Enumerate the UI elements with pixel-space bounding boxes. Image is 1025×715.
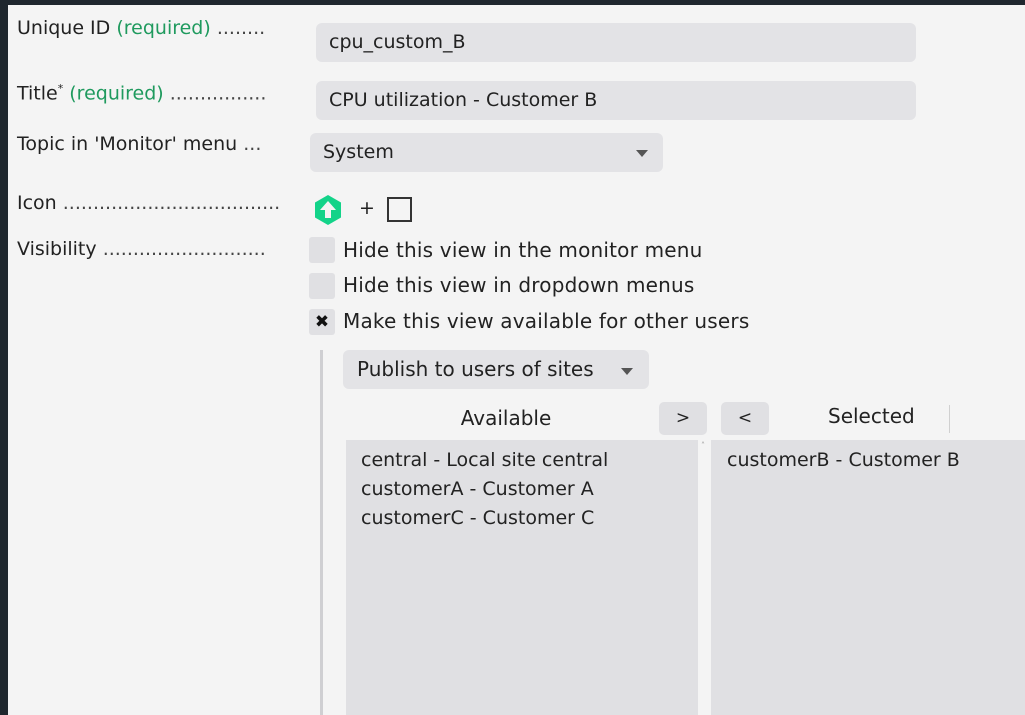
title-label: Title* (required) ................ — [17, 82, 266, 104]
make-available-label: Make this view available for other users — [343, 309, 750, 333]
hide-monitor-menu-label: Hide this view in the monitor menu — [343, 238, 703, 262]
remove-site-button[interactable]: < — [721, 402, 769, 435]
publish-section-rule — [320, 350, 323, 715]
view-properties-form: Unique ID (required) ........ cpu_custom… — [8, 5, 1025, 715]
chevron-down-icon — [636, 150, 648, 157]
add-site-button[interactable]: > — [659, 402, 707, 435]
unique-id-dots: ........ — [216, 17, 266, 39]
available-site-option[interactable]: customerA - Customer A — [361, 475, 698, 504]
unique-id-input[interactable]: cpu_custom_B — [316, 23, 916, 62]
unique-id-label-text: Unique ID — [17, 17, 111, 39]
publish-dropdown-label: Publish to users of sites — [357, 357, 594, 381]
icon-picker[interactable]: + — [312, 194, 422, 226]
icon-label: Icon ...................................… — [17, 192, 280, 214]
emblem-box-icon[interactable] — [387, 197, 412, 222]
selected-header-divider — [949, 405, 950, 433]
hide-monitor-menu-checkbox[interactable] — [309, 237, 335, 263]
topic-label-text: Topic in 'Monitor' menu — [17, 133, 238, 155]
chevron-down-icon — [621, 368, 633, 375]
icon-label-text: Icon — [17, 192, 57, 214]
topic-select[interactable]: System — [310, 133, 663, 172]
available-header: Available — [460, 406, 552, 430]
available-sites-listbox[interactable]: central - Local site central customerA -… — [346, 440, 698, 715]
topic-dots: ... — [243, 133, 262, 155]
visibility-dots: ........................... — [102, 238, 266, 260]
hide-dropdown-menus-checkbox[interactable] — [309, 273, 335, 299]
selected-sites-listbox[interactable]: customerB - Customer B — [711, 440, 1025, 715]
make-available-checkbox[interactable]: ✖ — [309, 309, 335, 335]
topic-select-value: System — [323, 141, 394, 163]
icon-dots: .................................... — [62, 192, 281, 214]
hide-dropdown-menus-label: Hide this view in dropdown menus — [343, 273, 695, 297]
title-label-text: Title — [17, 82, 58, 105]
available-site-option[interactable]: customerC - Customer C — [361, 504, 698, 533]
green-arrow-icon — [315, 195, 341, 225]
publish-dropdown[interactable]: Publish to users of sites — [343, 350, 649, 389]
title-dots: ................ — [169, 82, 267, 105]
visibility-label-text: Visibility — [17, 238, 97, 260]
selected-header: Selected — [828, 404, 915, 428]
unique-id-required: (required) — [116, 17, 211, 39]
title-asterisk: * — [57, 82, 64, 95]
visibility-label: Visibility ........................... — [17, 238, 266, 260]
available-site-option[interactable]: central - Local site central — [361, 446, 698, 475]
icon-plus: + — [359, 197, 375, 219]
selected-site-option[interactable]: customerB - Customer B — [727, 446, 1025, 475]
topic-label: Topic in 'Monitor' menu ... — [17, 133, 261, 155]
title-required: (required) — [69, 82, 164, 105]
title-input[interactable]: CPU utilization - Customer B — [316, 81, 916, 120]
scrollbar-up-arrow[interactable]: ˄ — [701, 441, 705, 450]
unique-id-label: Unique ID (required) ........ — [17, 17, 265, 39]
